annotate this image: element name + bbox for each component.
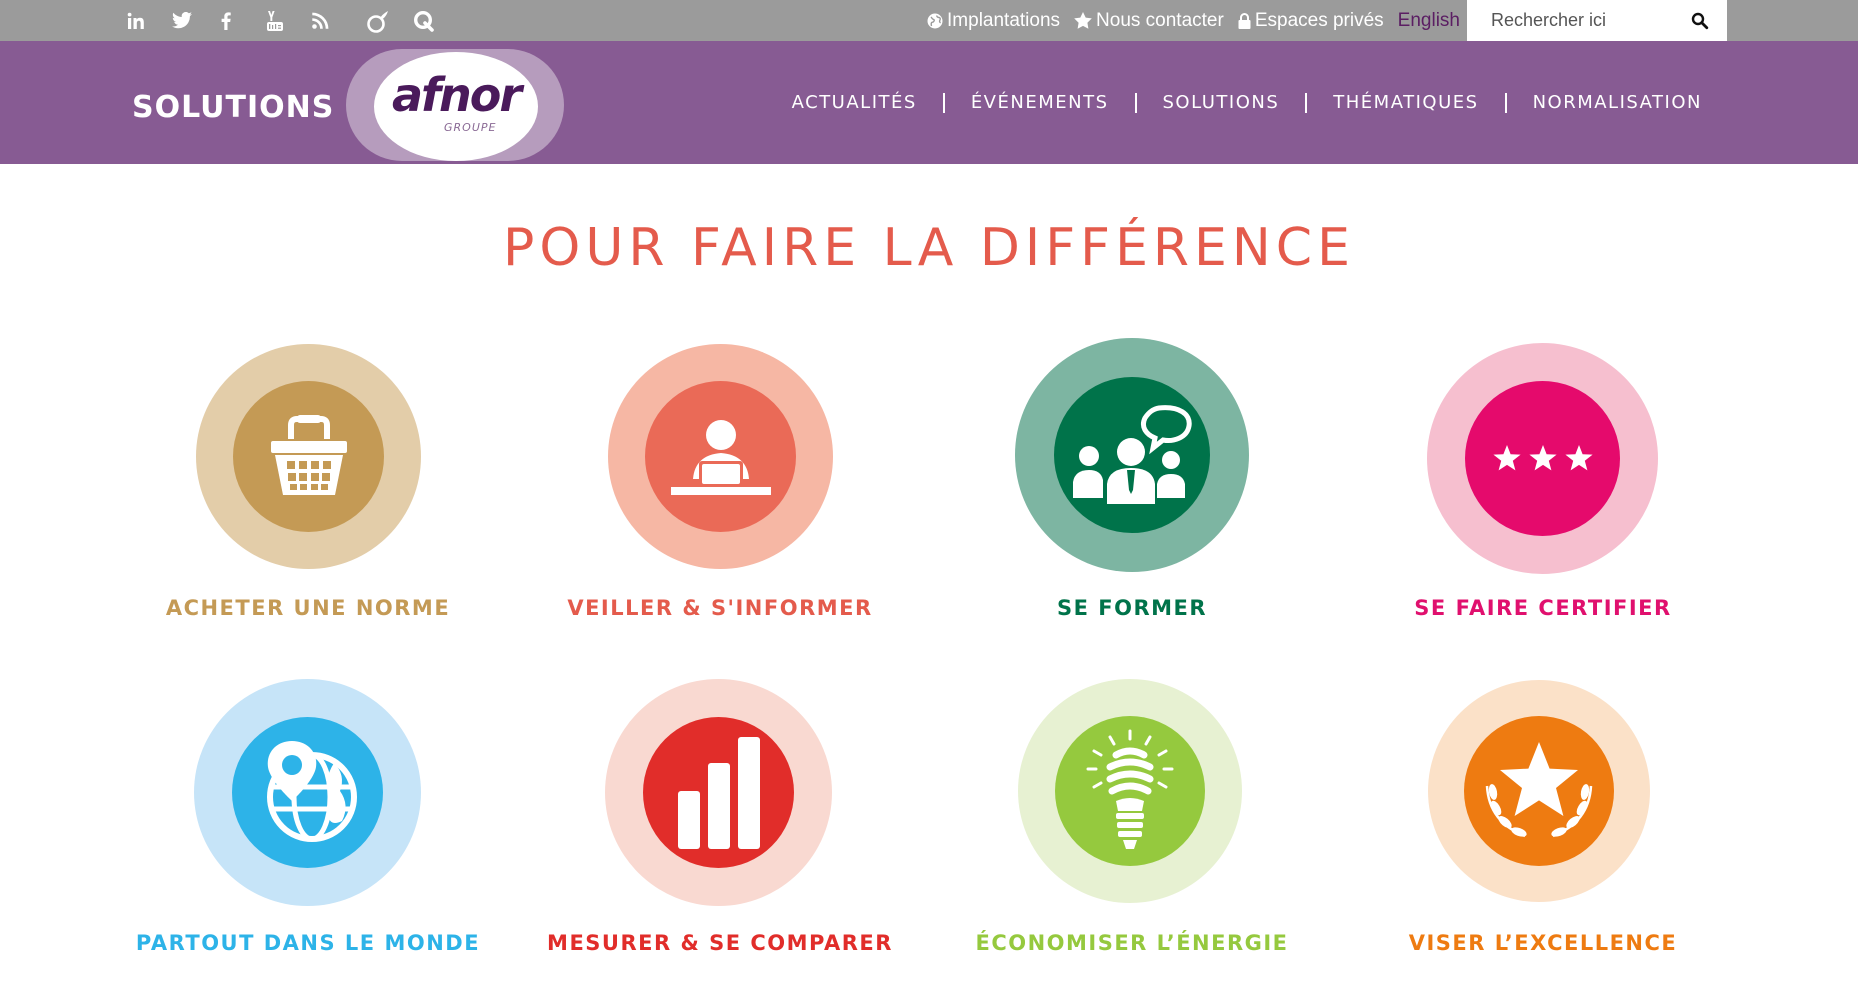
- group-chat-icon: [1073, 405, 1192, 504]
- tile-label: SE FORMER: [1056, 596, 1208, 620]
- afnor-logo-subtext: GROUPE: [444, 121, 497, 134]
- three-stars-icon: [1492, 444, 1593, 470]
- bar-chart-icon: [677, 736, 760, 849]
- youtube-icon[interactable]: [255, 0, 295, 41]
- search-input[interactable]: [1467, 0, 1667, 41]
- tile-se-faire-certifier[interactable]: SE FAIRE CERTIFIER: [1353, 340, 1733, 640]
- nav-item-normalisation[interactable]: NORMALISATION: [1533, 92, 1702, 113]
- nav-separator: [1504, 92, 1507, 113]
- nav-item-evenements[interactable]: ÉVÉNEMENTS: [971, 92, 1109, 113]
- language-switch-english[interactable]: English: [1398, 10, 1460, 32]
- private-space-link[interactable]: Espaces privés: [1238, 10, 1384, 32]
- person-laptop-icon: [670, 419, 771, 495]
- nav-separator: [1134, 92, 1137, 113]
- tile-label: MESURER & SE COMPARER: [547, 931, 893, 955]
- lock-icon: [1238, 12, 1251, 29]
- utility-links: Implantations Nous contacter Espaces pri…: [927, 0, 1460, 41]
- implantations-link[interactable]: Implantations: [927, 10, 1060, 32]
- tile-label: ÉCONOMISER L’ÉNERGIE: [975, 931, 1289, 955]
- facebook-icon[interactable]: [206, 0, 246, 41]
- afnor-logo-text: afnor: [391, 68, 522, 122]
- rss-icon[interactable]: [300, 0, 340, 41]
- nav-separator: [942, 92, 945, 113]
- brand-wordmark: SOLUTIONS: [132, 90, 335, 125]
- nav-item-thematiques[interactable]: THÉMATIQUES: [1333, 92, 1478, 113]
- tile-acheter-une-norme[interactable]: ACHETER UNE NORME: [118, 340, 498, 640]
- star-laurel-icon: [1485, 742, 1593, 838]
- tile-label: VISER L’EXCELLENCE: [1408, 931, 1678, 955]
- twitter-icon[interactable]: [162, 0, 202, 41]
- contact-link[interactable]: Nous contacter: [1074, 10, 1224, 32]
- lightbulb-icon: [1086, 729, 1174, 849]
- tile-viser-l-excellence[interactable]: VISER L’EXCELLENCE: [1353, 676, 1733, 976]
- viadeo-icon[interactable]: [358, 0, 398, 41]
- tile-inner-circle: [1055, 716, 1205, 866]
- nav-item-actualites[interactable]: ACTUALITÉS: [792, 92, 917, 113]
- section-title: POUR FAIRE LA DIFFÉRENCE: [503, 218, 1355, 278]
- tile-label: PARTOUT DANS LE MONDE: [135, 931, 481, 955]
- tile-inner-circle: [1465, 381, 1620, 536]
- tile-inner-circle: [232, 717, 383, 868]
- main-navigation: ACTUALITÉS ÉVÉNEMENTS SOLUTIONS THÉMATIQ…: [792, 41, 1702, 164]
- tile-se-former[interactable]: SE FORMER: [942, 338, 1322, 640]
- contact-label: Nous contacter: [1096, 9, 1224, 31]
- tile-mesurer-se-comparer[interactable]: MESURER & SE COMPARER: [530, 676, 910, 976]
- nav-item-solutions[interactable]: SOLUTIONS: [1163, 92, 1280, 113]
- tile-partout-dans-le-monde[interactable]: PARTOUT DANS LE MONDE: [118, 676, 498, 976]
- tile-inner-circle: [645, 381, 796, 532]
- top-utility-bar: Implantations Nous contacter Espaces pri…: [0, 0, 1858, 41]
- star-icon: [1074, 12, 1092, 29]
- tile-inner-circle: [1464, 716, 1614, 866]
- tile-economiser-l-energie[interactable]: ÉCONOMISER L’ÉNERGIE: [942, 676, 1322, 976]
- basket-icon: [270, 414, 347, 495]
- tile-label: ACHETER UNE NORME: [165, 596, 451, 620]
- tile-label: SE FAIRE CERTIFIER: [1414, 596, 1672, 620]
- globe-icon: [927, 13, 943, 28]
- q-icon[interactable]: [404, 0, 444, 41]
- private-space-label: Espaces privés: [1254, 9, 1384, 31]
- tile-veiller-s-informer[interactable]: VEILLER & S'INFORMER: [530, 340, 910, 640]
- tile-label: VEILLER & S'INFORMER: [567, 596, 873, 620]
- search-icon[interactable]: [1691, 12, 1709, 30]
- search-box: [1467, 0, 1727, 41]
- tile-inner-circle: [643, 717, 794, 868]
- linkedin-icon[interactable]: [116, 0, 156, 41]
- globe-pin-icon: [266, 740, 357, 842]
- nav-separator: [1305, 92, 1308, 113]
- implantations-label: Implantations: [947, 9, 1061, 31]
- tile-inner-circle: [233, 381, 384, 532]
- tile-inner-circle: [1054, 377, 1210, 533]
- main-header: SOLUTIONS afnor GROUPE ACTUALITÉS ÉVÉNEM…: [0, 41, 1858, 164]
